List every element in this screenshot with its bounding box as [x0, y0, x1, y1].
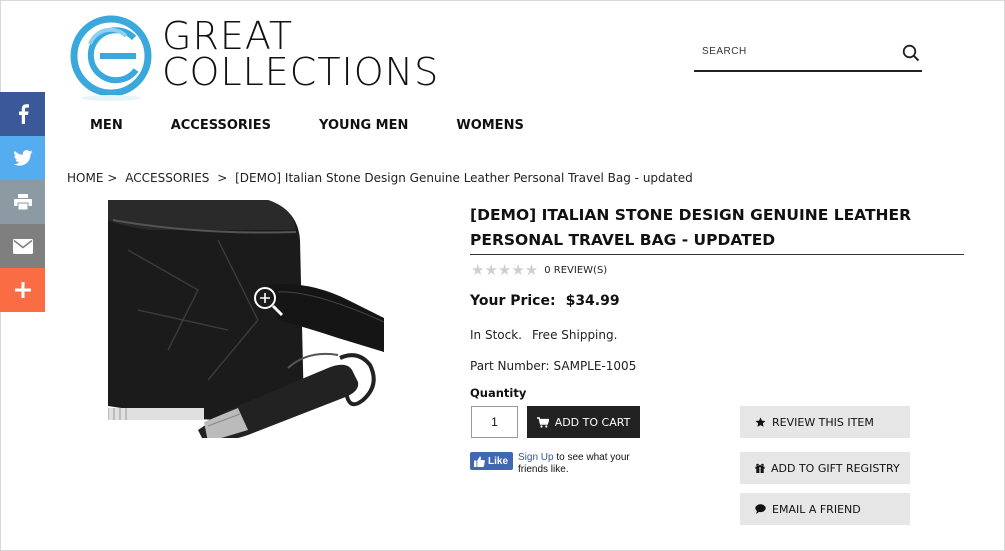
cart-icon: [537, 417, 549, 428]
logo-mark-icon: [70, 14, 156, 102]
twitter-icon: [13, 150, 33, 166]
part-number-label: Part Number:: [470, 359, 550, 373]
stock-status: In Stock. Free Shipping.: [470, 328, 617, 342]
email-a-friend-label: EMAIL A FRIEND: [772, 503, 861, 516]
price-label: Your Price:: [470, 293, 556, 309]
logo-line-1: GREAT: [162, 18, 439, 54]
facebook-like-text: Sign Up to see what your friends like.: [518, 452, 638, 476]
email-icon: [13, 239, 33, 254]
email-a-friend-button[interactable]: EMAIL A FRIEND: [740, 493, 910, 525]
add-to-gift-registry-button[interactable]: ADD TO GIFT REGISTRY: [740, 452, 910, 484]
plus-icon: [15, 282, 31, 298]
product-rating: ★★★★★ 0 REVIEW(S): [471, 261, 607, 279]
review-count-link[interactable]: 0 REVIEW(S): [544, 265, 607, 276]
add-to-cart-label: ADD TO CART: [555, 416, 631, 429]
nav-item-womens[interactable]: WOMENS: [456, 118, 523, 133]
product-price: Your Price: $34.99: [470, 293, 620, 309]
breadcrumb-separator: >: [217, 171, 227, 185]
facebook-like-button[interactable]: Like: [470, 452, 513, 470]
nav-item-young-men[interactable]: YOUNG MEN: [319, 118, 408, 133]
email-share-button[interactable]: [0, 224, 45, 268]
gift-icon: [755, 463, 765, 473]
breadcrumb: HOME > ACCESSORIES > [DEMO] Italian Stone…: [67, 171, 697, 185]
site-logo[interactable]: GREAT COLLECTIONS: [70, 14, 450, 104]
breadcrumb-home[interactable]: HOME: [67, 171, 103, 185]
breadcrumb-accessories[interactable]: ACCESSORIES: [125, 171, 209, 185]
product-title: [DEMO] ITALIAN STONE DESIGN GENUINE LEAT…: [470, 203, 964, 255]
travel-bag-picture: [108, 200, 384, 438]
stock-text: In Stock.: [470, 328, 522, 342]
add-to-cart-button[interactable]: ADD TO CART: [527, 406, 640, 438]
logo-line-2: COLLECTIONS: [162, 54, 439, 90]
more-share-button[interactable]: [0, 268, 45, 312]
review-this-item-button[interactable]: REVIEW THIS ITEM: [740, 406, 910, 438]
social-share-bar: [0, 92, 45, 312]
facebook-icon: [17, 104, 29, 124]
quantity-label: Quantity: [470, 386, 526, 400]
product-image[interactable]: [108, 200, 384, 438]
search-icon[interactable]: [902, 44, 920, 62]
thumbs-up-icon: [474, 456, 485, 467]
logo-text: GREAT COLLECTIONS: [162, 18, 439, 90]
breadcrumb-current: [DEMO] Italian Stone Design Genuine Leat…: [235, 171, 693, 185]
print-icon: [14, 194, 32, 210]
chat-bubble-icon: [755, 504, 766, 514]
star-icon: [755, 417, 766, 428]
main-nav: MEN ACCESSORIES YOUNG MEN WOMENS: [90, 118, 572, 133]
add-to-gift-registry-label: ADD TO GIFT REGISTRY: [771, 462, 900, 475]
price-value: $34.99: [566, 293, 620, 309]
nav-item-men[interactable]: MEN: [90, 118, 123, 133]
facebook-signup-link[interactable]: Sign Up: [518, 452, 554, 463]
print-share-button[interactable]: [0, 180, 45, 224]
quantity-input[interactable]: [471, 406, 518, 438]
facebook-share-button[interactable]: [0, 92, 45, 136]
rating-stars-icon[interactable]: ★★★★★: [471, 261, 538, 279]
review-this-item-label: REVIEW THIS ITEM: [772, 416, 874, 429]
part-number: Part Number: SAMPLE-1005: [470, 359, 636, 373]
facebook-like-label: Like: [488, 456, 508, 467]
part-number-value: SAMPLE-1005: [554, 359, 637, 373]
search-input[interactable]: [702, 46, 882, 57]
breadcrumb-separator: >: [107, 171, 117, 185]
facebook-like-widget: Like Sign Up to see what your friends li…: [470, 452, 638, 476]
shipping-text: Free Shipping.: [532, 328, 617, 342]
twitter-share-button[interactable]: [0, 136, 45, 180]
nav-item-accessories[interactable]: ACCESSORIES: [171, 118, 271, 133]
search-bar: [694, 38, 922, 72]
